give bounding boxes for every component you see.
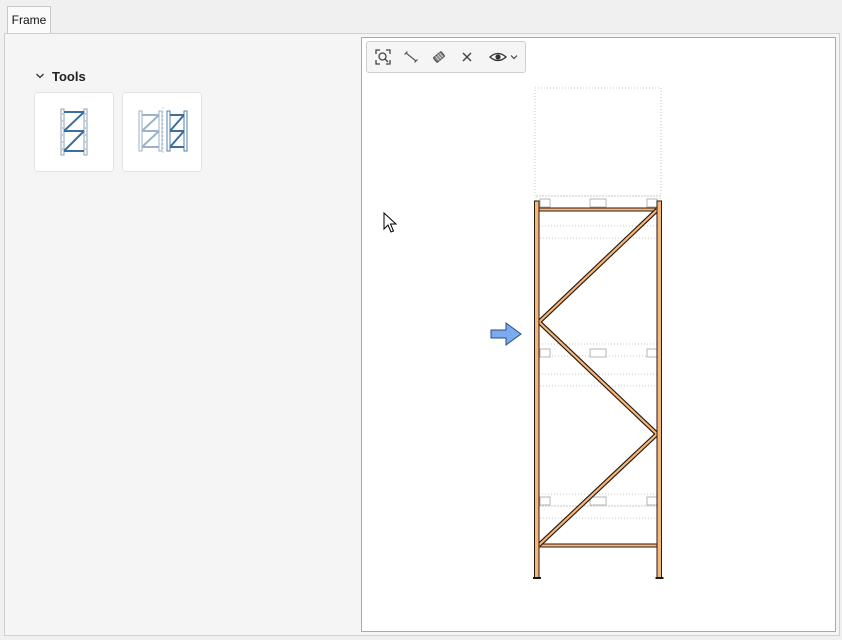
uprights[interactable] [534,200,662,579]
dotted-guides [534,87,662,519]
double-frame-icon [138,107,188,155]
connector-slots [539,198,658,506]
tab-bar: Frame [0,0,842,34]
tab-frame[interactable]: Frame [7,6,51,33]
selection-arrow-icon[interactable] [490,322,522,346]
mouse-cursor-icon [383,212,397,233]
chevron-down-icon [36,73,44,79]
base-plates [533,577,664,579]
tab-frame-label: Frame [11,13,47,27]
tools-section-header[interactable]: Tools [35,68,86,84]
rack-frame-drawing[interactable] [361,37,836,632]
diagonal-braces[interactable] [537,208,659,547]
tool-single-frame[interactable] [34,92,114,172]
single-frame-icon [60,108,88,156]
tools-section-title: Tools [52,68,86,84]
tool-double-frame[interactable] [122,92,202,172]
